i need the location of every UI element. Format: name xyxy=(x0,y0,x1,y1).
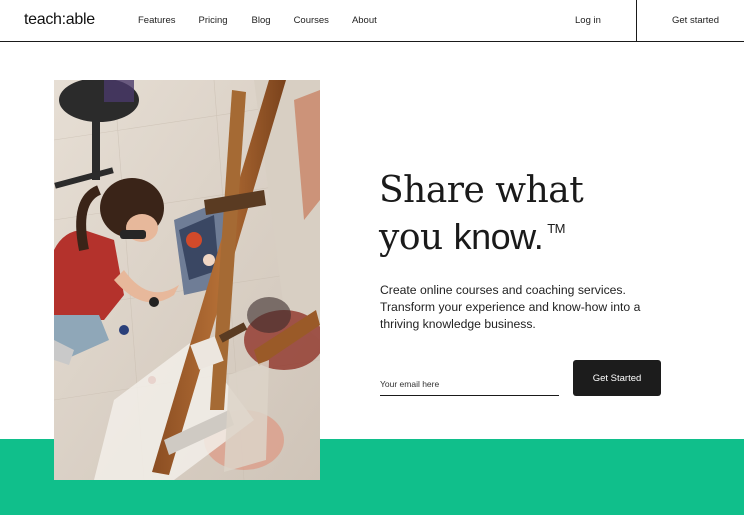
hero-subtext: Create online courses and coaching servi… xyxy=(380,282,680,333)
headline-know: know. xyxy=(453,216,544,257)
subtext-line-3: thriving knowledge business. xyxy=(380,317,536,331)
nav-features[interactable]: Features xyxy=(138,15,176,26)
headline-line-2: you know. TM xyxy=(379,214,583,268)
nav-blog[interactable]: Blog xyxy=(252,15,271,26)
login-link[interactable]: Log in xyxy=(575,15,601,26)
headline-line-1: Share what xyxy=(379,170,584,211)
teachable-logo[interactable]: teach:able xyxy=(24,11,95,29)
nav-about[interactable]: About xyxy=(352,15,377,26)
main-nav: Features Pricing Blog Courses About xyxy=(138,15,377,26)
nav-courses[interactable]: Courses xyxy=(294,15,329,26)
hero-photo-illustration xyxy=(54,80,320,480)
header-get-started-link[interactable]: Get started xyxy=(672,15,719,26)
subtext-line-1: Create online courses and coaching servi… xyxy=(380,283,626,297)
nav-pricing[interactable]: Pricing xyxy=(199,15,228,26)
headline-you: you xyxy=(379,217,454,258)
hero-headline: Share what you know. TM xyxy=(379,168,584,268)
top-nav-bar: teach:able Features Pricing Blog Courses… xyxy=(0,0,744,42)
subtext-line-2: Transform your experience and know-how i… xyxy=(380,300,641,314)
header-divider xyxy=(636,0,637,42)
hero-photo-artist-painting xyxy=(54,80,320,480)
email-input[interactable] xyxy=(380,366,559,396)
get-started-button[interactable]: Get Started xyxy=(573,360,661,396)
trademark-symbol: TM xyxy=(547,221,565,236)
